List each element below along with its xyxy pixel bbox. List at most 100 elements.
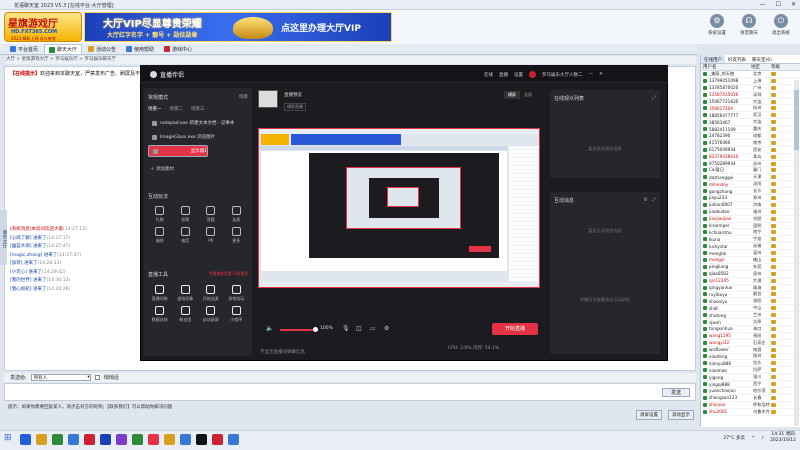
user-row[interactable]: dazhanggui 天津 bbox=[701, 174, 800, 182]
col-level[interactable]: 等级 bbox=[769, 64, 780, 70]
landscape-option[interactable]: 横屏 bbox=[504, 91, 520, 99]
expand-icon[interactable]: ⤢ bbox=[652, 197, 656, 203]
tab-1[interactable]: 聊天大厅 bbox=[44, 44, 83, 54]
whisper-checkbox[interactable] bbox=[94, 375, 100, 380]
scrollbar-thumb[interactable] bbox=[794, 90, 799, 150]
source-item[interactable]: 显示器1 bbox=[148, 145, 208, 157]
user-row[interactable]: 15067721830 大连 bbox=[701, 99, 800, 106]
user-row[interactable]: zhangsan123 长春 bbox=[701, 395, 800, 402]
settings-icon[interactable]: ⚙ bbox=[644, 197, 648, 203]
user-row[interactable]: wangyi22 石家庄 bbox=[701, 340, 800, 347]
user-row[interactable]: 18856477777 武汉 bbox=[701, 112, 800, 120]
user-row[interactable]: 38563467 大连 bbox=[701, 119, 800, 127]
minimize-icon[interactable]: — bbox=[589, 72, 594, 77]
site-logo[interactable]: 星旗游戏厅 HD.FXT365.COM 2023 精彩上线 永久有效 bbox=[4, 12, 82, 42]
user-row[interactable]: gongzhang 长沙 bbox=[701, 188, 800, 196]
taskbar-app-icon[interactable] bbox=[36, 434, 47, 445]
add-source-button[interactable]: ＋ 添加素材 bbox=[150, 166, 174, 172]
tab-4[interactable]: 游戏中心 bbox=[160, 44, 196, 54]
user-row[interactable]: xiaomao 拉萨 bbox=[701, 367, 800, 375]
user-row[interactable]: luckystar 无锡 bbox=[701, 243, 800, 251]
user-row[interactable]: tongxinhua 海口 bbox=[701, 326, 800, 333]
user-row[interactable]: mongyi 佛山 bbox=[701, 257, 800, 264]
grid-item[interactable]: 礼物 bbox=[148, 206, 172, 223]
source-item[interactable]: notepad.exe 新建文本文档 - 记事本 bbox=[148, 117, 248, 129]
user-row[interactable]: dimeiday 沈阳 bbox=[701, 181, 800, 189]
user-row[interactable]: zhiyuan 呼和浩特 bbox=[701, 402, 800, 409]
user-row[interactable]: lkuna 宁波 bbox=[701, 236, 800, 244]
portrait-option[interactable]: 竖屏 bbox=[520, 91, 536, 99]
user-row[interactable]: jiayu233 郑州 bbox=[701, 195, 800, 202]
record-icon[interactable]: ▭ bbox=[370, 325, 376, 332]
preview-sub[interactable]: 横屏直播 bbox=[284, 103, 306, 111]
grid-item[interactable]: 游戏陪玩 bbox=[225, 285, 249, 302]
user-row[interactable]: lichuanzhu 南宁 bbox=[701, 229, 800, 237]
live-action[interactable]: 直播 bbox=[499, 72, 508, 78]
taskbar-app-icon[interactable] bbox=[196, 434, 207, 445]
user-row[interactable]: 13799051098 上海 bbox=[701, 78, 800, 85]
col-username[interactable]: 用户名 bbox=[701, 64, 749, 70]
vip-ad-banner[interactable]: 大厅VIP尽显尊贵荣耀 大厅红字名字 + 靓号 + 勋炫勋章 点这里办理大厅VI… bbox=[84, 12, 392, 42]
user-row[interactable]: 13785870020 广州 bbox=[701, 85, 800, 92]
user-row[interactable]: 24782390 成都 bbox=[701, 133, 800, 140]
user-row[interactable]: zhu2001 乌鲁木齐 bbox=[701, 409, 800, 416]
user-row[interactable]: xiaofeng 扬州 bbox=[701, 353, 800, 361]
taskbar-app-icon[interactable] bbox=[20, 434, 31, 445]
volume-knob[interactable] bbox=[313, 327, 318, 332]
taskbar-app-icon[interactable] bbox=[52, 434, 63, 445]
taskbar-app-icon[interactable] bbox=[68, 434, 79, 445]
minimize-icon[interactable]: — bbox=[760, 1, 766, 8]
user-row[interactable]: 6175049934 西安 bbox=[701, 147, 800, 154]
weather[interactable]: 27°C 多云 bbox=[723, 435, 745, 441]
volume-icon[interactable]: ♪ bbox=[761, 436, 764, 441]
scene-tab-0[interactable]: 场景一 bbox=[148, 106, 162, 112]
taskbar-app-icon[interactable] bbox=[116, 434, 127, 445]
top-icon-2[interactable]: ⏻ 退出系统 bbox=[768, 12, 794, 36]
user-panel-tab-0[interactable]: 在线用户 bbox=[701, 55, 725, 63]
user-row[interactable]: mengtai 温州 bbox=[701, 250, 800, 258]
top-icon-1[interactable]: ☊ 语音聊天 bbox=[736, 12, 762, 36]
online-action[interactable]: 在线 bbox=[484, 72, 493, 78]
user-row[interactable]: jiahan0807 济南 bbox=[701, 202, 800, 209]
user-row[interactable]: shi8 中山 bbox=[701, 305, 800, 313]
preview-thumbnail[interactable] bbox=[258, 90, 278, 108]
grid-item[interactable]: PK bbox=[199, 227, 223, 244]
grid-item[interactable]: 小程序 bbox=[225, 306, 249, 323]
taskbar-app-icon[interactable] bbox=[164, 434, 175, 445]
user-row[interactable]: wisflower 南昌 bbox=[701, 347, 800, 354]
taskbar-app-icon[interactable] bbox=[84, 434, 95, 445]
scene-mode-switch[interactable]: 场景 bbox=[239, 94, 248, 101]
user-row[interactable]: wang1295 贵阳 bbox=[701, 333, 800, 340]
taskbar-app-icon[interactable] bbox=[180, 434, 191, 445]
avatar[interactable] bbox=[529, 71, 536, 78]
user-row[interactable]: shutong 兰州 bbox=[701, 312, 800, 320]
taskbar-app-icon[interactable] bbox=[212, 434, 223, 445]
top-icon-0[interactable]: ⚙ 系统设置 bbox=[704, 12, 730, 36]
camera-icon[interactable]: ◫ bbox=[356, 325, 362, 332]
recipient-select[interactable]: 所有人 ▾ bbox=[30, 374, 91, 381]
grid-item[interactable]: 答题 bbox=[199, 206, 223, 223]
user-row[interactable]: 9750289934 苏州 bbox=[701, 161, 800, 168]
taskbar-app-icon[interactable] bbox=[148, 434, 159, 445]
user-row[interactable]: qingyanluo 珠海 bbox=[701, 285, 800, 292]
grid-item[interactable]: 更多 bbox=[225, 227, 249, 244]
footer-note[interactable]: 不显示直播间弹幕信息 bbox=[260, 349, 305, 355]
user-row[interactable]: 82379438610 青岛 bbox=[701, 154, 800, 161]
speaker-icon[interactable]: 🔈 bbox=[266, 325, 273, 332]
start-live-button[interactable]: 开始直播 bbox=[492, 323, 538, 335]
user-row[interactable]: pingliang 东莞 bbox=[701, 264, 800, 271]
source-item[interactable]: ImageGlass.exe 浏览图片 bbox=[148, 131, 248, 143]
user-row[interactable]: qin12345 大理 bbox=[701, 278, 800, 285]
grid-item[interactable]: 福袋 bbox=[148, 227, 172, 244]
grid-item[interactable]: 自动录屏 bbox=[199, 306, 223, 323]
close-icon[interactable]: ✕ bbox=[791, 1, 796, 8]
tab-3[interactable]: 使用帮助 bbox=[122, 44, 158, 54]
send-button[interactable]: 发送 bbox=[662, 388, 690, 397]
user-row[interactable]: ruyibuyu 烟台 bbox=[701, 291, 800, 299]
user-row[interactable]: 35661720A 杭州 bbox=[701, 105, 800, 113]
taskbar-app-icon[interactable] bbox=[132, 434, 143, 445]
message-input[interactable] bbox=[4, 383, 696, 401]
user-row[interactable]: yigong 银川 bbox=[701, 374, 800, 382]
scene-mode-title[interactable]: 常规模式 bbox=[148, 94, 168, 101]
user-row[interactable]: Cai爱日 厦门 bbox=[701, 167, 800, 175]
